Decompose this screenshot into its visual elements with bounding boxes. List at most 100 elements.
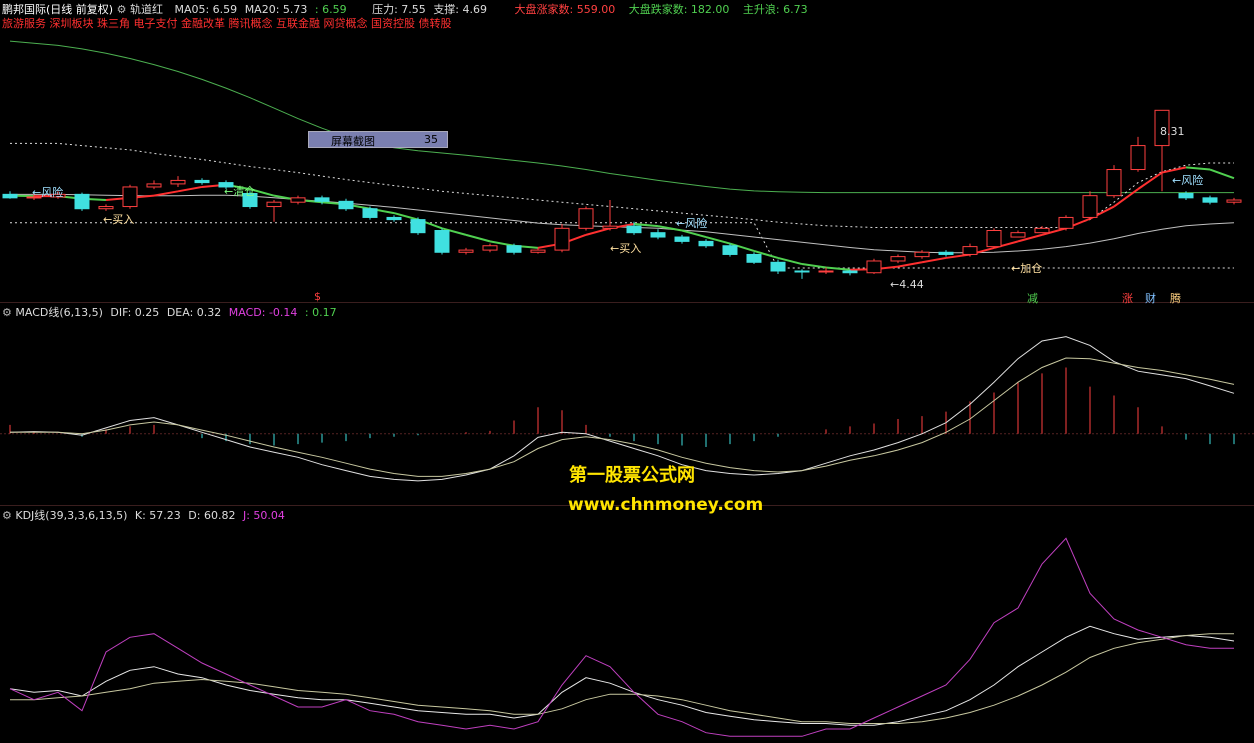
add-annotation: ←加仓 xyxy=(1011,262,1043,275)
candle-body xyxy=(194,179,210,184)
ma05-segment xyxy=(801,263,827,269)
dea-value: DEA: 0.32 xyxy=(166,306,222,319)
candle-body xyxy=(98,206,114,210)
candle-body xyxy=(1130,145,1146,171)
concept-tags: 旅游服务 深圳板块 珠三角 电子支付 金融改革 腾讯概念 互联金融 网贷概念 国… xyxy=(2,17,452,30)
candle-body xyxy=(842,270,858,274)
watermark-url: www.chnmoney.com xyxy=(568,495,764,515)
ma05-segment xyxy=(1185,166,1211,171)
candle-body xyxy=(314,197,330,202)
candle-body xyxy=(362,208,378,218)
dea-line xyxy=(10,357,1235,477)
candle-body xyxy=(434,230,450,253)
kdj-name[interactable]: KDJ线(39,3,3,6,13,5) xyxy=(15,509,127,522)
candle-body xyxy=(2,193,18,199)
candle-body xyxy=(506,245,522,253)
macd-panel xyxy=(0,336,1254,482)
risk-annotation-2: ←风险 xyxy=(676,217,708,230)
candle-body xyxy=(1034,227,1050,234)
candle-body xyxy=(626,225,642,234)
candle-body xyxy=(290,197,306,203)
candle-body xyxy=(578,208,594,229)
macd-header: ⚙ MACD线(6,13,5) DIF: 0.25 DEA: 0.32 MACD… xyxy=(2,304,337,320)
candle-body xyxy=(1106,169,1122,197)
candle-body xyxy=(650,232,666,238)
candle-body xyxy=(818,270,834,273)
candle-body xyxy=(530,249,546,253)
dif-value: DIF: 0.25 xyxy=(110,306,160,319)
clear-annotation: ←清仓 xyxy=(224,185,256,198)
candle-body xyxy=(1202,197,1218,203)
risk-annotation-3: ←风险 xyxy=(1172,174,1204,187)
d-value: D: 60.82 xyxy=(188,509,236,522)
upper-band-line xyxy=(9,40,1234,194)
candle-body xyxy=(698,240,714,247)
ma05-segment xyxy=(153,190,179,197)
candle-body xyxy=(74,193,90,210)
buy-annotation-2: ←买入 xyxy=(610,242,642,255)
low-price-label: ←4.44 xyxy=(890,278,924,291)
ma05-segment xyxy=(1209,168,1235,180)
risk-annotation: ←风险 xyxy=(32,186,64,199)
j-value: J: 50.04 xyxy=(242,509,285,522)
candle-body xyxy=(266,201,282,208)
mark-cai: 财 xyxy=(1145,292,1156,305)
down-count-value: 大盘跌家数: 182.00 xyxy=(628,3,730,16)
candle-body xyxy=(410,219,426,234)
candle-body xyxy=(122,186,138,208)
ma05-segment xyxy=(825,266,851,271)
candle-body xyxy=(722,245,738,255)
candle-body xyxy=(962,246,978,255)
ma05-segment xyxy=(945,253,971,259)
macd-name[interactable]: MACD线(6,13,5) xyxy=(15,306,103,319)
screenshot-value: 35 xyxy=(424,133,438,146)
candle-body xyxy=(1082,195,1098,218)
candle-body xyxy=(1058,216,1074,229)
candle-body xyxy=(938,251,954,255)
candle-body xyxy=(458,249,474,253)
j-line xyxy=(9,537,1234,737)
mark-jian: 减 xyxy=(1027,292,1038,305)
mark-zhang: 涨 xyxy=(1122,292,1133,305)
candle-body xyxy=(554,227,570,251)
s-marker: $ xyxy=(314,290,321,303)
candle-body xyxy=(914,251,930,258)
candle-body xyxy=(1178,192,1194,199)
kdj-header: ⚙ KDJ线(39,3,3,6,13,5) K: 57.23 D: 60.82 … xyxy=(2,507,285,523)
mark-sheng: 腾 xyxy=(1170,292,1181,305)
candle-body xyxy=(674,236,690,242)
candle-body xyxy=(386,216,402,221)
macd-value: MACD: -0.14 xyxy=(228,306,298,319)
candle-body xyxy=(1226,199,1242,203)
candle-body xyxy=(146,183,162,188)
ma05-segment xyxy=(489,240,515,247)
candle-body xyxy=(1010,232,1026,238)
dif-line xyxy=(9,336,1235,482)
k-value: K: 57.23 xyxy=(134,509,181,522)
k-line xyxy=(9,625,1235,726)
pressure-line xyxy=(10,142,1234,228)
high-price-label: 8.31 xyxy=(1160,125,1185,138)
buy-annotation: ←买入 xyxy=(103,213,135,226)
v4-value: : 0.17 xyxy=(304,306,337,319)
candle-body xyxy=(482,245,498,251)
candle-body xyxy=(794,270,810,273)
screenshot-label: 屏幕截图 xyxy=(331,135,375,148)
settings-icon[interactable]: ⚙ xyxy=(2,509,12,522)
watermark-title: 第一股票公式网 xyxy=(569,465,695,486)
screenshot-box[interactable]: 屏幕截图 35 xyxy=(308,131,448,148)
kdj-panel xyxy=(9,537,1235,737)
settings-icon[interactable]: ⚙ xyxy=(2,306,12,319)
candle-body xyxy=(602,225,618,229)
candle-body xyxy=(170,179,186,185)
candle-body xyxy=(746,253,762,263)
ma05-segment xyxy=(921,256,947,264)
candle-body xyxy=(866,260,882,274)
ma05-segment xyxy=(585,227,611,236)
panel-divider xyxy=(0,302,1254,303)
candle-body xyxy=(770,261,786,272)
candle-body xyxy=(338,200,354,210)
ma05-segment xyxy=(465,233,491,243)
main-up-value: 主升浪: 6.73 xyxy=(742,3,808,16)
chart-canvas xyxy=(0,40,1254,737)
